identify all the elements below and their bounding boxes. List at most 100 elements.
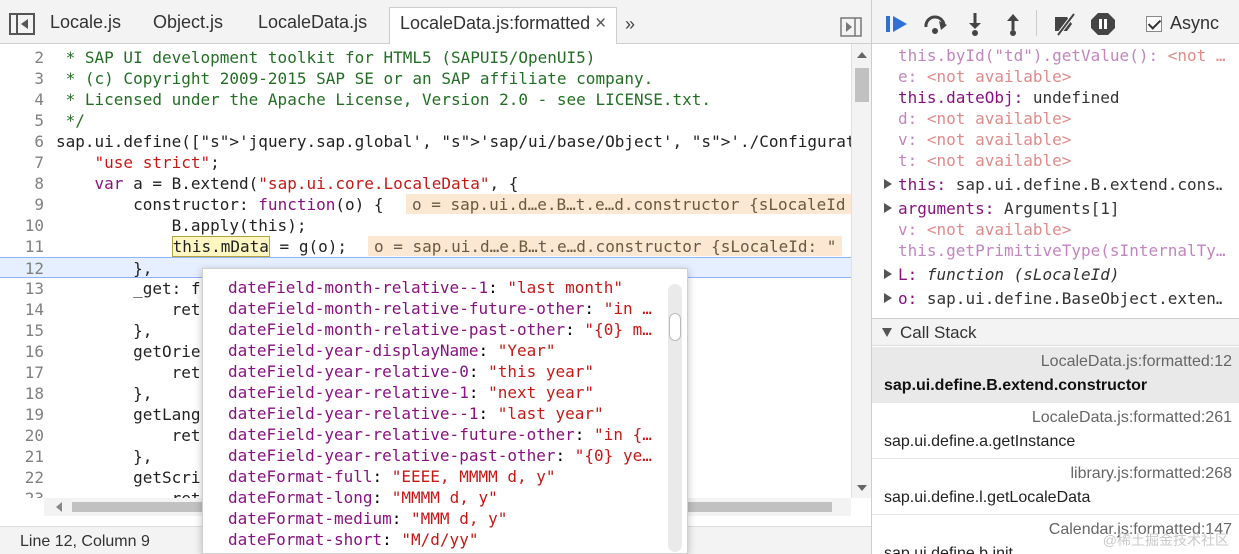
code-line[interactable]: 7 "use strict"; (0, 152, 851, 173)
property-entry[interactable]: dateField-year-relative-future-other: "i… (228, 424, 668, 445)
property-entry[interactable]: dateField-month-relative-future-other: "… (228, 298, 668, 319)
property-entry[interactable]: dateField-year-displayName: "Year" (228, 340, 668, 361)
property-entry[interactable]: dateFormat-short: "M/d/yy" (228, 529, 668, 550)
popover-scrollbar[interactable] (668, 284, 682, 552)
scope-object-row[interactable]: this: sap.ui.define.B.extend.cons… (884, 174, 1222, 195)
code-line[interactable]: 5 */ (0, 110, 851, 131)
line-number[interactable]: 13 (0, 278, 44, 299)
line-number[interactable]: 4 (0, 89, 44, 110)
property-entry[interactable]: dateField-month-relative-past-other: "{0… (228, 319, 668, 340)
line-number[interactable]: 10 (0, 215, 44, 236)
scroll-left-icon[interactable] (56, 502, 62, 512)
pause-on-exceptions-icon[interactable] (1090, 12, 1116, 36)
watch-expression-row[interactable]: t: <not available> (898, 150, 1236, 171)
step-over-icon[interactable] (922, 12, 948, 36)
code-text: "use strict"; (94, 153, 220, 172)
property-value: "Year" (497, 341, 556, 360)
scroll-down-icon[interactable] (857, 485, 867, 491)
code-line[interactable]: 4 * Licensed under the Apache License, V… (0, 89, 851, 110)
scrollbar-thumb[interactable] (669, 313, 681, 341)
line-number[interactable]: 15 (0, 320, 44, 341)
deactivate-breakpoints-icon[interactable] (1052, 12, 1078, 36)
property-entry[interactable]: dateFormat-long: "MMMM d, y" (228, 487, 668, 508)
variable-name: this.getPrimitiveType(sInternalTy… (898, 241, 1226, 260)
line-number[interactable]: 16 (0, 341, 44, 362)
line-number[interactable]: 22 (0, 467, 44, 488)
expand-arrow-icon[interactable] (884, 269, 892, 279)
property-entry[interactable]: dateField-year-relative-1: "next year" (228, 382, 668, 403)
watch-expression-row[interactable]: d: <not available> (898, 108, 1236, 129)
editor-vertical-scrollbar[interactable] (851, 44, 871, 498)
line-number[interactable]: 7 (0, 152, 44, 173)
line-number[interactable]: 5 (0, 110, 44, 131)
expand-arrow-icon[interactable] (884, 203, 892, 213)
line-number[interactable]: 3 (0, 68, 44, 89)
line-number[interactable]: 9 (0, 194, 44, 215)
frame-function: sap.ui.define.B.extend.constructor (884, 377, 1148, 394)
frame-location[interactable]: LocaleData.js:formatted:12 (1041, 353, 1232, 371)
tab-localedata-js[interactable]: LocaleData.js (248, 7, 377, 44)
code-line[interactable]: 11 this.mData = g(o); o = sap.ui.d…e.B…t.… (0, 236, 851, 257)
code-line[interactable]: 6 sap.ui.define(["s">'jquery.sap.global',… (0, 131, 851, 152)
code-line[interactable]: 3 * (c) Copyright 2009-2015 SAP SE or an… (0, 68, 851, 89)
close-icon[interactable]: × (595, 13, 606, 34)
line-number[interactable]: 18 (0, 383, 44, 404)
sidebar-toggle-icon[interactable] (9, 13, 35, 35)
scope-object-row[interactable]: arguments: Arguments[1] (884, 198, 1222, 219)
tab-overflow-icon[interactable]: » (625, 14, 635, 35)
call-frame[interactable]: LocaleData.js:formatted:12 sap.ui.define.… (872, 347, 1239, 403)
scope-watch-panel[interactable]: this.byId("td").getValue(): <not … e: <no… (872, 44, 1239, 316)
line-number[interactable]: 6 (0, 131, 44, 152)
watch-expression-row[interactable]: e: <not available> (898, 66, 1236, 87)
line-number[interactable]: 20 (0, 425, 44, 446)
line-number[interactable]: 23 (0, 488, 44, 498)
property-entry[interactable]: dateField-year-relative-past-other: "{0}… (228, 445, 668, 466)
watch-expression-row[interactable]: v: <not available> (898, 129, 1236, 150)
line-number[interactable]: 17 (0, 362, 44, 383)
watch-expression-row[interactable]: this.getPrimitiveType(sInternalTy… (898, 240, 1236, 261)
tab-object-js[interactable]: Object.js (143, 7, 233, 44)
scrollbar-thumb[interactable] (855, 68, 869, 102)
step-into-icon[interactable] (962, 12, 988, 36)
line-number[interactable]: 11 (0, 236, 44, 257)
line-number[interactable]: 2 (0, 47, 44, 68)
property-entry[interactable]: dateField-year-relative-0: "this year" (228, 361, 668, 382)
call-frame[interactable]: library.js:formatted:268 sap.ui.define.l.… (872, 459, 1239, 515)
line-number[interactable]: 12 (0, 258, 44, 279)
watch-expression-row[interactable]: this.dateObj: undefined (898, 87, 1236, 108)
tab-localedata-formatted[interactable]: LocaleData.js:formatted × (389, 7, 618, 45)
checkbox-checked-icon[interactable] (1146, 16, 1162, 32)
code-line[interactable]: 2 * SAP UI development toolkit for HTML5… (0, 47, 851, 68)
code-line[interactable]: 8 var a = B.extend("sap.ui.core.LocaleDa… (0, 173, 851, 194)
resume-icon[interactable] (884, 12, 910, 36)
frame-location[interactable]: library.js:formatted:268 (1070, 465, 1232, 483)
property-entry[interactable]: dateField-month-relative--1: "last month… (228, 277, 668, 298)
property-entry[interactable]: dateFormat-medium: "MMM d, y" (228, 508, 668, 529)
scope-object-row[interactable]: L: function (sLocaleId) (884, 264, 1222, 285)
code-text: }, (56, 321, 153, 340)
navigator-toggle-icon[interactable] (840, 17, 862, 37)
code-line[interactable]: 9 constructor: function(o) {o = sap.ui.d… (0, 194, 851, 215)
scope-object-row[interactable]: o: sap.ui.define.BaseObject.exten… (884, 288, 1222, 309)
property-entry[interactable]: dateField-year-relative--1: "last year" (228, 403, 668, 424)
step-out-icon[interactable] (1000, 12, 1026, 36)
line-number[interactable]: 19 (0, 404, 44, 425)
object-preview-popover[interactable]: dateField-month-relative--1: "last month… (202, 268, 688, 554)
frame-location[interactable]: LocaleData.js:formatted:261 (1032, 409, 1232, 427)
variable-value: <not available> (926, 67, 1072, 86)
hovered-expression[interactable]: this.mData (171, 236, 270, 257)
scroll-up-icon[interactable] (857, 52, 867, 58)
line-number[interactable]: 8 (0, 173, 44, 194)
expand-arrow-icon[interactable] (884, 179, 892, 189)
line-number[interactable]: 21 (0, 446, 44, 467)
tab-locale-js[interactable]: Locale.js (40, 7, 131, 44)
code-line[interactable]: 10 B.apply(this); (0, 215, 851, 236)
call-frame[interactable]: LocaleData.js:formatted:261 sap.ui.define… (872, 403, 1239, 459)
line-number[interactable]: 14 (0, 299, 44, 320)
watch-expression-row[interactable]: this.byId("td").getValue(): <not … (898, 45, 1236, 66)
property-entry[interactable]: dateFormat-full: "EEEE, MMMM d, y" (228, 466, 668, 487)
call-stack-header[interactable]: Call Stack (872, 318, 1239, 346)
watch-expression-row[interactable]: v: <not available> (898, 219, 1236, 240)
tab-label: LocaleData.js (258, 12, 368, 32)
expand-arrow-icon[interactable] (884, 293, 892, 303)
